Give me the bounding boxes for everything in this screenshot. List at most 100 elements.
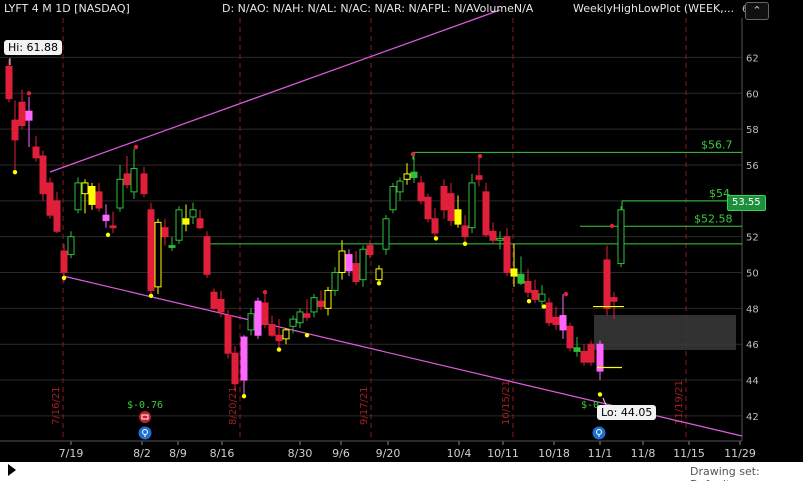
candle-body[interactable] [182,218,190,225]
candle-body[interactable] [140,173,148,195]
y-tick-label: 58 [746,125,759,136]
candle-body[interactable] [410,171,418,179]
candle-body[interactable] [431,218,439,234]
expand-button[interactable]: ⌃ [745,2,769,20]
candle-body[interactable] [531,289,539,300]
signal-dot-yellow [12,169,18,175]
candle-body[interactable] [231,352,239,385]
candle-body[interactable] [109,225,117,229]
candle-body[interactable] [123,173,131,186]
candle-body[interactable] [573,347,581,352]
candle-body[interactable] [60,250,68,274]
candle-body[interactable] [289,318,297,327]
candle-body[interactable] [39,155,47,195]
candle-body[interactable] [447,193,455,222]
candle-body[interactable] [366,245,374,256]
candle-body[interactable] [382,218,390,250]
candle-body[interactable] [517,273,525,284]
price-level-label: $52.58 [694,212,733,225]
candle-body[interactable] [154,221,162,288]
candle-body[interactable] [552,316,560,325]
signal-dot-yellow [376,281,382,286]
candle-body[interactable] [310,297,318,313]
candle-body[interactable] [275,334,283,342]
candle-body[interactable] [168,245,176,248]
candle-body[interactable] [389,185,397,211]
candle-body[interactable] [53,200,61,232]
candle-body[interactable] [603,259,611,309]
earnings-icon[interactable] [139,411,151,423]
candle-body[interactable] [538,293,546,302]
candle-body[interactable] [461,225,469,238]
candle-body[interactable] [74,182,82,211]
candle-body[interactable] [130,168,138,193]
expiration-date-label: 8/20/21 [228,386,239,425]
candle-body[interactable] [189,209,197,218]
candle-body[interactable] [161,227,169,238]
candle-body[interactable] [496,237,504,241]
candle-body[interactable] [175,209,183,241]
candle-body[interactable] [25,110,33,121]
candle-body[interactable] [510,268,518,277]
candle-body[interactable] [224,315,232,354]
candle-body[interactable] [440,185,448,211]
candle-body[interactable] [403,173,411,180]
upper-trendline[interactable] [49,9,501,173]
x-tick-label: 8/9 [169,447,187,460]
candle-body[interactable] [196,218,204,229]
candle-body[interactable] [67,236,75,256]
candle-body[interactable] [210,291,218,309]
candle-body[interactable] [610,297,618,302]
candle-body[interactable] [475,175,483,180]
info-icon[interactable] [592,426,606,440]
candle-body[interactable] [282,329,290,340]
candle-body[interactable] [324,289,332,309]
candle-body[interactable] [417,182,425,202]
candle-body[interactable] [116,178,124,209]
candle-body[interactable] [331,272,339,291]
candle-body[interactable] [503,236,511,274]
candle-body[interactable] [396,180,404,193]
candle-body[interactable] [46,182,54,216]
candle-body[interactable] [482,191,490,236]
candle-body[interactable] [240,336,248,381]
candle-body[interactable] [559,315,567,331]
candle-body[interactable] [566,325,574,349]
candle-body[interactable] [102,214,110,222]
candle-body[interactable] [247,313,255,331]
candle-body[interactable] [545,302,553,324]
candle-body[interactable] [203,236,211,275]
candle-body[interactable] [296,311,304,324]
info-icon[interactable] [138,426,152,440]
candle-body[interactable] [375,268,383,281]
candle-body[interactable] [424,196,432,220]
candle-body[interactable] [338,250,346,274]
candle-body[interactable] [352,263,360,282]
candle-body[interactable] [317,300,325,308]
candle-body[interactable] [524,280,532,293]
candle-body[interactable] [587,343,595,363]
candle-body[interactable] [261,302,269,325]
candle-body[interactable] [303,313,311,318]
candle-body[interactable] [254,300,262,336]
candle-body[interactable] [32,146,40,159]
candle-body[interactable] [147,209,155,291]
candle-body[interactable] [617,209,625,265]
candle-body[interactable] [88,185,96,205]
candle-body[interactable] [580,350,588,363]
candle-body[interactable] [454,209,462,225]
candle-body[interactable] [468,182,476,229]
candle-body[interactable] [81,182,89,195]
price-chart[interactable]: 42444648505254565860627/198/28/98/168/30… [0,0,803,481]
drawing-set-link[interactable]: Drawing set: Default [690,465,803,481]
candle-body[interactable] [18,101,26,127]
play-icon[interactable] [8,464,16,476]
candle-body[interactable] [5,65,13,100]
candle-body[interactable] [95,191,103,209]
candle-body[interactable] [359,248,367,281]
candle-body[interactable] [11,119,19,141]
candle-body[interactable] [489,230,497,241]
candle-body[interactable] [268,323,276,336]
candle-body[interactable] [217,298,225,313]
candle-body[interactable] [345,254,353,272]
